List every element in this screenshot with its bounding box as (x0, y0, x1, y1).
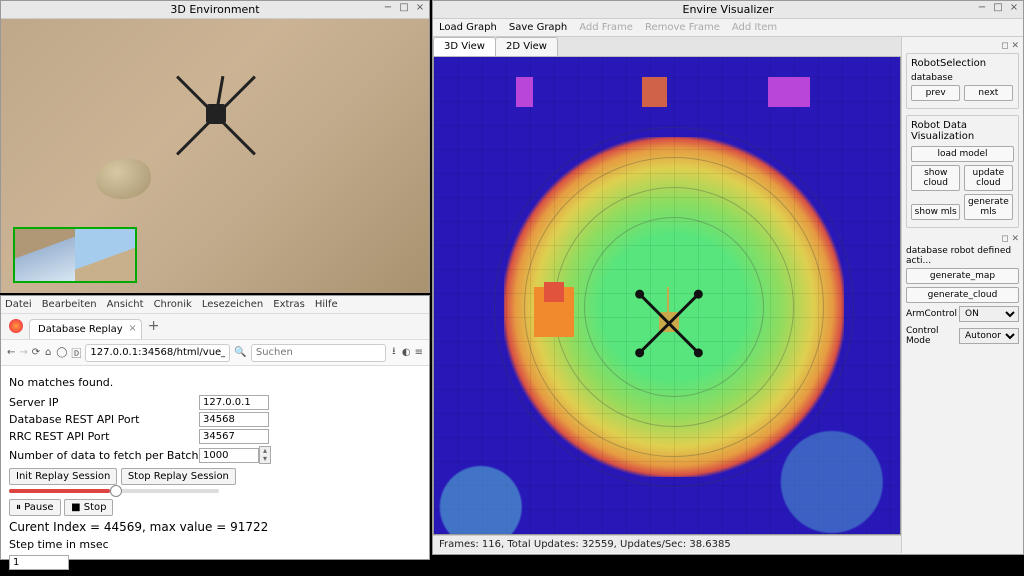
window-titlebar[interactable]: 3D Environment − □ × (1, 1, 429, 19)
menu-chronik[interactable]: Chronik (154, 299, 192, 310)
home-icon[interactable]: ⌂ (44, 347, 52, 358)
forward-icon[interactable]: → (19, 347, 27, 358)
generate-map-button[interactable]: generate_map (906, 268, 1019, 284)
show-cloud-button[interactable]: show cloud (911, 165, 960, 191)
page-content: No matches found. Server IP Database RES… (1, 366, 429, 576)
add-frame-button: Add Frame (579, 22, 633, 33)
window-envire-visualizer: Envire Visualizer − □ × Load Graph Save … (432, 0, 1024, 555)
camera-thumbnails[interactable] (13, 227, 137, 283)
maximize-icon[interactable]: □ (399, 3, 409, 13)
browser-tabbar: Database Replay × + (1, 314, 429, 340)
close-icon[interactable]: × (1009, 3, 1019, 13)
menu-lesezeichen[interactable]: Lesezeichen (202, 299, 263, 310)
lock-icon: 🄳 (71, 345, 81, 360)
rrc-port-input[interactable] (199, 429, 269, 444)
back-icon[interactable]: ← (7, 347, 15, 358)
rock-object (93, 155, 153, 202)
server-ip-label: Server IP (9, 396, 199, 409)
close-icon[interactable]: × (415, 3, 425, 13)
tab-3d-view[interactable]: 3D View (433, 37, 496, 56)
browser-urlbar: ← → ⟳ ⌂ ◯ 🄳 🔍 ⭳ ◐ ≡ (1, 340, 429, 366)
window-3d-environment: 3D Environment − □ × (0, 0, 430, 293)
tab-label: Database Replay (38, 324, 123, 335)
step-time-label: Step time in msec (9, 538, 421, 551)
account-icon[interactable]: ◐ (402, 347, 411, 358)
reload-icon[interactable]: ⟳ (32, 347, 40, 358)
3d-viewport[interactable] (1, 19, 429, 293)
minimize-icon[interactable]: − (383, 3, 393, 13)
database-label: database (911, 73, 1014, 83)
db-port-input[interactable] (199, 412, 269, 427)
drone-model (634, 287, 704, 357)
address-input[interactable] (85, 344, 230, 362)
window-titlebar[interactable]: Envire Visualizer − □ × (433, 1, 1023, 19)
next-button[interactable]: next (964, 85, 1013, 101)
pause-button[interactable]: ⏸ Pause (9, 499, 61, 516)
menu-bearbeiten[interactable]: Bearbeiten (42, 299, 97, 310)
no-matches-text: No matches found. (9, 376, 421, 389)
controlmode-select[interactable]: Autonomous (959, 328, 1019, 344)
download-icon[interactable]: ⭳ (390, 344, 398, 361)
maximize-icon[interactable]: □ (993, 3, 1003, 13)
camera-thumb-1[interactable] (15, 229, 75, 281)
status-bar: Frames: 116, Total Updates: 32559, Updat… (433, 535, 901, 553)
batch-spin[interactable]: ▴▾ (259, 446, 271, 464)
remove-frame-button: Remove Frame (645, 22, 720, 33)
armcontrol-label: ArmControl (906, 309, 957, 319)
robot-selection-title: RobotSelection (911, 58, 1014, 69)
window-title: 3D Environment (170, 3, 259, 16)
stop-replay-button[interactable]: Stop Replay Session (121, 468, 236, 485)
generate-mls-button[interactable]: generate mls (964, 194, 1013, 220)
load-model-button[interactable]: load model (911, 146, 1014, 162)
batch-label: Number of data to fetch per Batch (9, 449, 199, 462)
load-graph-button[interactable]: Load Graph (439, 22, 497, 33)
menu-ansicht[interactable]: Ansicht (107, 299, 144, 310)
init-replay-button[interactable]: Init Replay Session (9, 468, 117, 485)
search-input[interactable] (251, 344, 386, 362)
rrc-port-label: RRC REST API Port (9, 430, 199, 443)
new-tab-button[interactable]: + (148, 318, 160, 334)
side-panel: ◻ ✕ RobotSelection database prev next Ro… (901, 37, 1023, 553)
menu-icon[interactable]: ≡ (415, 347, 423, 358)
camera-thumb-2[interactable] (75, 229, 135, 281)
armcontrol-select[interactable]: ON (959, 306, 1019, 322)
update-cloud-button[interactable]: update cloud (964, 165, 1013, 191)
shield-icon: ◯ (56, 347, 67, 358)
browser-menubar: Datei Bearbeiten Ansicht Chronik Lesezei… (1, 296, 429, 314)
menu-extras[interactable]: Extras (273, 299, 305, 310)
panel-close-icon[interactable]: ✕ (1011, 234, 1019, 244)
generate-cloud-button[interactable]: generate_cloud (906, 287, 1019, 303)
add-item-button: Add Item (732, 22, 777, 33)
actions-title: database robot defined acti... (906, 246, 1019, 266)
search-icon: 🔍 (234, 347, 246, 358)
progress-slider[interactable] (9, 489, 219, 493)
panel-float-icon[interactable]: ◻ (1001, 234, 1008, 244)
show-mls-button[interactable]: show mls (911, 204, 960, 220)
view-tabs: 3D View 2D View (433, 37, 901, 57)
rdv-title: Robot Data Visualization (911, 120, 1014, 142)
minimize-icon[interactable]: − (977, 3, 987, 13)
server-ip-input[interactable] (199, 395, 269, 410)
batch-input[interactable] (199, 448, 259, 463)
menu-datei[interactable]: Datei (5, 299, 32, 310)
index-status: Curent Index = 44569, max value = 91722 (9, 520, 421, 534)
step-time-input[interactable] (9, 555, 69, 570)
panel-close-icon[interactable]: ✕ (1011, 41, 1019, 51)
envire-toolbar: Load Graph Save Graph Add Frame Remove F… (433, 19, 1023, 37)
stop-button[interactable]: ■ Stop (64, 499, 113, 516)
panel-float-icon[interactable]: ◻ (1001, 41, 1008, 51)
firefox-icon[interactable] (9, 319, 23, 333)
tab-2d-view[interactable]: 2D View (495, 37, 558, 56)
menu-hilfe[interactable]: Hilfe (315, 299, 338, 310)
tab-database-replay[interactable]: Database Replay × (29, 319, 142, 339)
window-browser: Datei Bearbeiten Ansicht Chronik Lesezei… (0, 295, 430, 560)
save-graph-button[interactable]: Save Graph (509, 22, 567, 33)
envire-3d-viewport[interactable] (433, 57, 901, 535)
tab-close-icon[interactable]: × (128, 323, 136, 334)
db-port-label: Database REST API Port (9, 413, 199, 426)
window-title: Envire Visualizer (683, 3, 774, 16)
controlmode-label: Control Mode (906, 326, 959, 346)
drone-model (176, 74, 256, 154)
prev-button[interactable]: prev (911, 85, 960, 101)
